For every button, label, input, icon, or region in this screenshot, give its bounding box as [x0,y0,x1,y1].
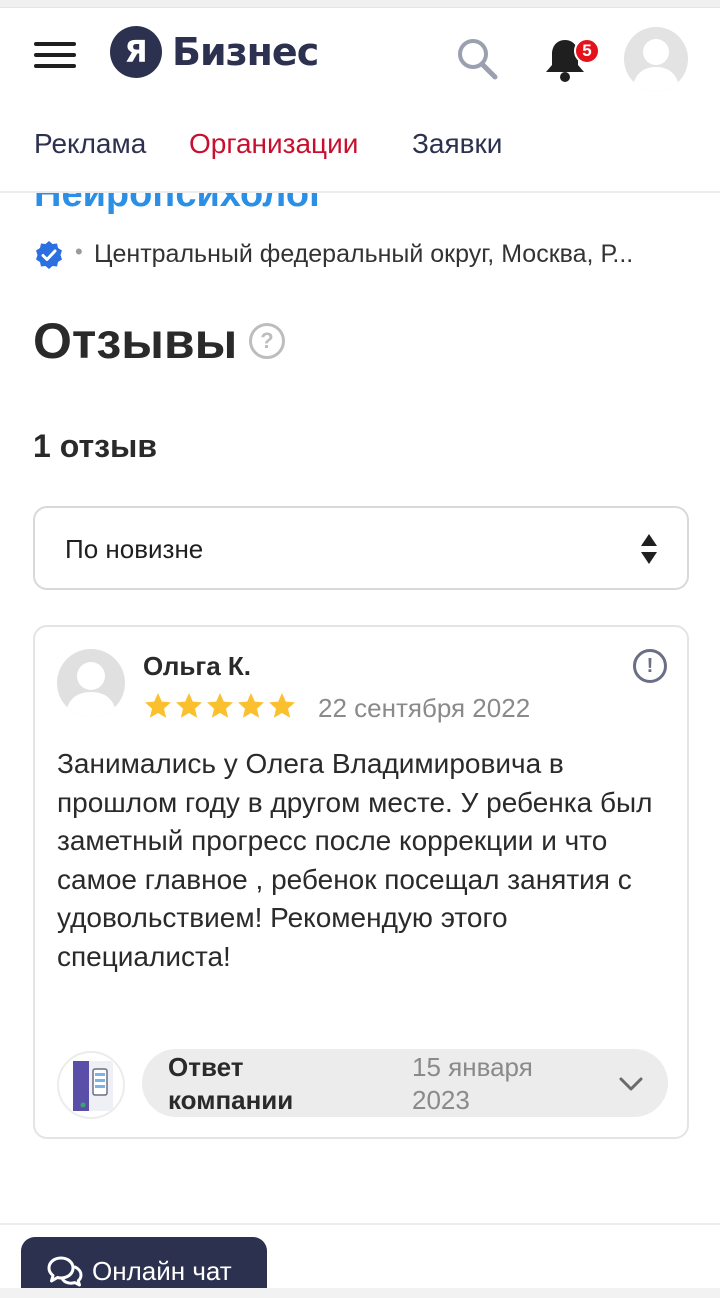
company-logo [57,1051,125,1119]
search-icon[interactable] [455,36,499,80]
bottom-divider [0,1223,720,1225]
star-icon [238,693,264,718]
org-name[interactable]: Нейропсихолог [34,193,325,216]
chevron-down-icon [619,1077,643,1091]
sort-selected-value: По новизне [65,534,204,564]
reviewer-avatar[interactable] [57,649,125,717]
review-count: 1 отзыв [33,428,158,464]
bottom-bar [0,1288,720,1298]
sort-select[interactable]: По новизне [33,506,689,590]
tab-requests[interactable]: Заявки [412,128,502,160]
page-title: Отзывы [33,313,238,369]
help-icon[interactable]: ? [249,323,285,359]
app-header: Я Бизнес 5 [0,8,720,92]
org-name-wrapper: Нейропсихолог [0,193,720,225]
user-avatar[interactable] [624,27,688,91]
status-bar-edge [0,0,720,8]
verified-badge-icon [36,241,62,269]
star-icon [269,693,295,718]
review-text: Занимались у Олега Владимировича в прошл… [57,748,653,972]
section-tabs: Реклама Организации Заявки [0,112,720,172]
tab-advertising[interactable]: Реклама [34,128,146,160]
rating-stars [143,691,298,721]
chat-bubbles-icon [47,1256,83,1287]
reply-label: Ответ компании [168,1052,294,1115]
reply-date: 15 января 2023 [412,1052,533,1115]
sort-arrows-icon [641,534,657,564]
menu-icon[interactable] [34,38,78,72]
star-icon [176,693,202,718]
yandex-business-logo[interactable]: Я Бизнес [110,26,319,78]
chat-label: Онлайн чат [92,1256,232,1286]
notification-badge: 5 [574,38,600,64]
review-author[interactable]: Ольга К. [143,651,251,682]
separator-dot: • [75,239,83,264]
star-icon [207,693,233,718]
star-icon [145,693,171,718]
tab-organizations[interactable]: Организации [189,128,358,160]
org-address: Центральный федеральный округ, Москва, Р… [94,240,634,268]
report-icon[interactable]: ! [633,649,667,683]
user-silhouette-icon [65,662,117,717]
user-silhouette-icon [632,39,680,91]
logo-letter: Я [110,26,162,78]
logo-text: Бизнес [172,30,319,74]
review-date: 22 сентября 2022 [318,693,531,723]
company-logo-image [73,1061,113,1111]
review-card: Ольга К. 22 сентября 2022 ! Занимались у… [33,625,689,1139]
company-reply-toggle[interactable]: Ответ компании 15 января 2023 [142,1049,668,1117]
